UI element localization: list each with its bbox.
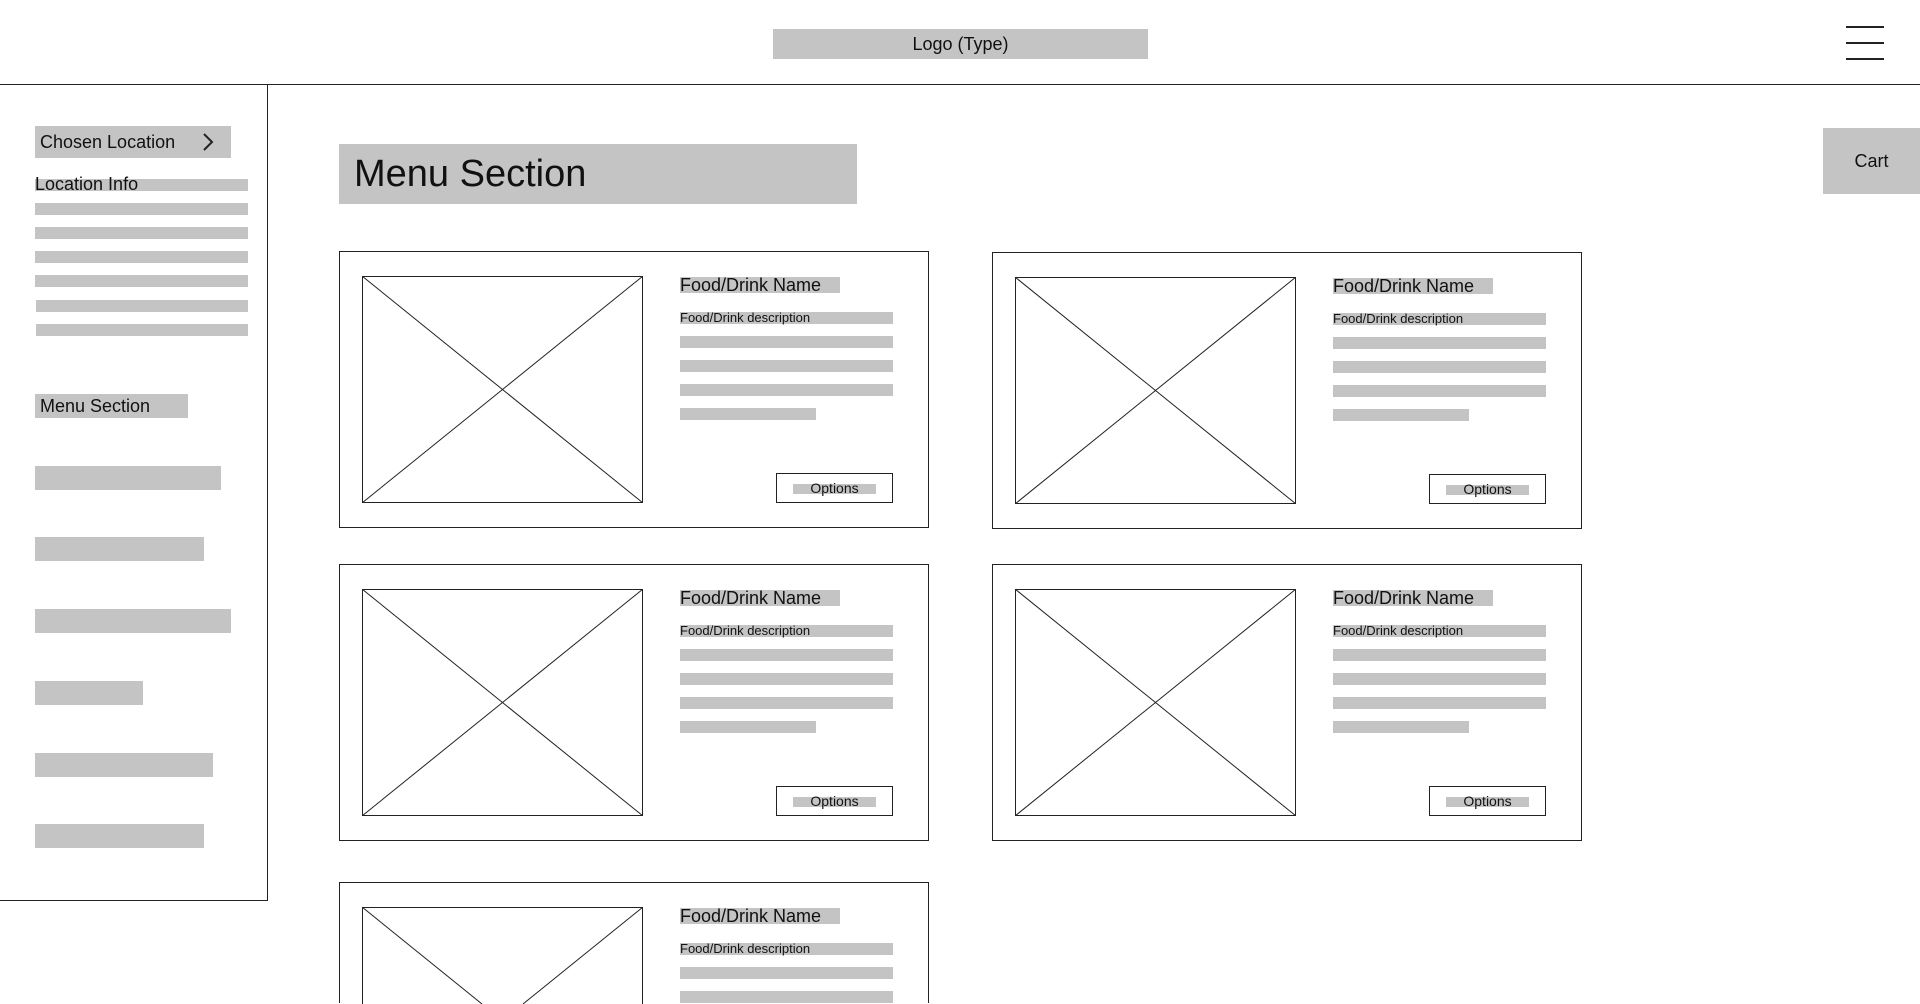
description-line <box>680 336 893 348</box>
item-name: Food/Drink Name <box>680 276 840 294</box>
location-info-label: Location Info <box>35 174 139 194</box>
image-placeholder-icon <box>362 907 643 1004</box>
description-line <box>680 967 893 979</box>
item-description: Food/Drink description <box>680 311 893 324</box>
menu-item-card: Food/Drink Name Food/Drink description O… <box>992 252 1582 529</box>
menu-item-card: Food/Drink Name Food/Drink description O… <box>339 251 929 528</box>
description-line <box>1333 409 1469 421</box>
description-line <box>1333 361 1546 373</box>
description-line <box>680 408 816 420</box>
chosen-location-button[interactable]: Chosen Location <box>35 126 231 158</box>
logo[interactable]: Logo (Type) <box>773 29 1148 59</box>
description-line <box>680 384 893 396</box>
description-line <box>680 697 893 709</box>
sidebar-menu-link[interactable] <box>35 753 213 777</box>
sidebar-menu-link[interactable] <box>35 609 231 633</box>
menu-item-card: Food/Drink Name Food/Drink description <box>339 882 929 1004</box>
options-label: Options <box>810 480 859 496</box>
header-divider <box>0 84 1920 85</box>
item-description: Food/Drink description <box>680 942 893 955</box>
item-description: Food/Drink description <box>680 624 893 637</box>
sidebar-menu-link[interactable] <box>35 681 143 705</box>
description-line <box>680 673 893 685</box>
options-label: Options <box>1463 793 1512 809</box>
image-placeholder-icon <box>1015 589 1296 816</box>
item-name: Food/Drink Name <box>1333 589 1493 607</box>
description-line <box>680 360 893 372</box>
chosen-location-label: Chosen Location <box>40 131 176 152</box>
options-label: Options <box>810 793 859 809</box>
options-button[interactable]: Options <box>1429 786 1546 816</box>
item-name: Food/Drink Name <box>680 907 840 925</box>
location-info-line <box>35 227 248 239</box>
item-description: Food/Drink description <box>1333 312 1546 325</box>
item-description: Food/Drink description <box>1333 624 1546 637</box>
description-line <box>1333 649 1546 661</box>
menu-item-card: Food/Drink Name Food/Drink description O… <box>339 564 929 841</box>
sidebar-menu-link[interactable] <box>35 824 204 848</box>
description-line <box>1333 697 1546 709</box>
description-line <box>1333 673 1546 685</box>
image-placeholder-icon <box>362 276 643 503</box>
description-line <box>680 649 893 661</box>
cart-button[interactable]: Cart <box>1823 128 1920 194</box>
chevron-right-icon <box>203 133 214 151</box>
location-info-line <box>35 251 248 263</box>
menu-item-card: Food/Drink Name Food/Drink description O… <box>992 564 1582 841</box>
image-placeholder-icon <box>362 589 643 816</box>
item-name: Food/Drink Name <box>1333 277 1493 295</box>
location-info-line <box>36 324 248 336</box>
image-placeholder-icon <box>1015 277 1296 504</box>
description-line <box>1333 337 1546 349</box>
options-button[interactable]: Options <box>1429 474 1546 504</box>
description-line <box>1333 721 1469 733</box>
options-label: Options <box>1463 481 1512 497</box>
sidebar-menu-link[interactable] <box>35 537 204 561</box>
options-button[interactable]: Options <box>776 786 893 816</box>
item-name: Food/Drink Name <box>680 589 840 607</box>
sidebar-menu-link[interactable] <box>35 466 221 490</box>
options-button[interactable]: Options <box>776 473 893 503</box>
description-line <box>680 991 893 1003</box>
sidebar-menu-section-label[interactable]: Menu Section <box>35 394 188 418</box>
description-line <box>680 721 816 733</box>
location-info-line <box>35 203 248 215</box>
hamburger-menu-icon[interactable] <box>1846 26 1884 60</box>
location-info-line <box>36 300 248 312</box>
description-line <box>1333 385 1546 397</box>
location-info-line <box>35 275 248 287</box>
page-title: Menu Section <box>339 144 857 204</box>
